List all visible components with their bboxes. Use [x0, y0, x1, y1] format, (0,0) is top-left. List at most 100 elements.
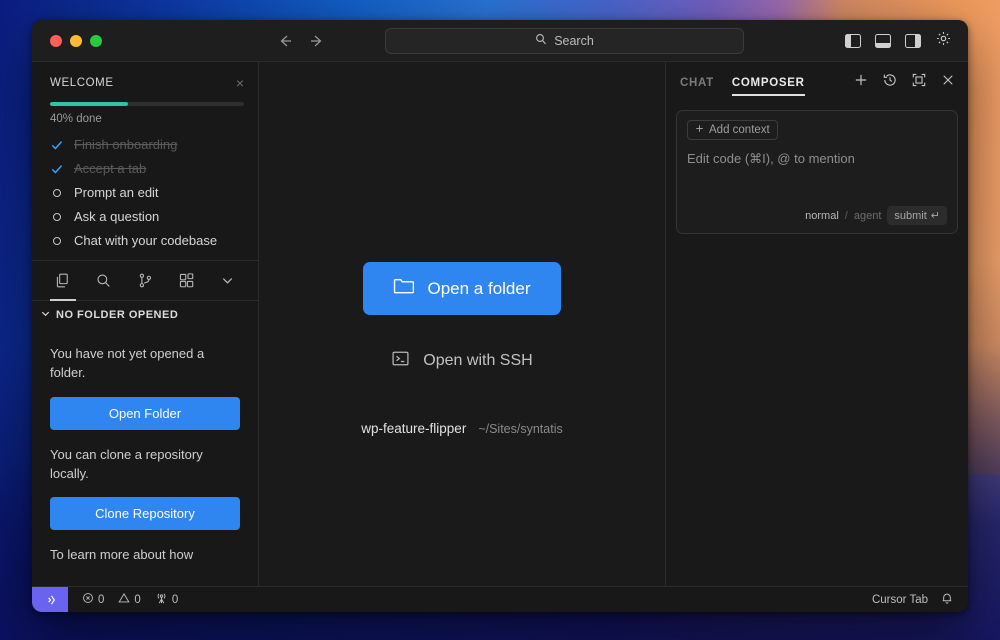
status-bar: 0 0 0 — [32, 586, 968, 612]
ports-count: 0 — [172, 594, 178, 606]
circle-icon — [50, 237, 64, 245]
search-placeholder-text: Search — [554, 34, 594, 48]
close-icon[interactable]: × — [236, 76, 244, 90]
plus-icon[interactable] — [853, 72, 869, 93]
warning-icon — [118, 592, 130, 607]
ports-status[interactable]: 0 — [155, 592, 178, 608]
mode-normal-label[interactable]: normal — [805, 210, 839, 222]
checklist-item-label: Chat with your codebase — [74, 233, 217, 248]
welcome-title: WELCOME — [50, 77, 114, 89]
welcome-panel: WELCOME × 40% done Finish onboarding Acce… — [32, 62, 258, 261]
checklist-item[interactable]: Ask a question — [50, 209, 244, 224]
bell-icon[interactable] — [940, 591, 954, 608]
tab-composer[interactable]: COMPOSER — [732, 66, 805, 98]
open-a-folder-label: Open a folder — [427, 279, 530, 299]
close-window-button[interactable] — [50, 35, 62, 47]
search-input[interactable]: Search — [385, 28, 744, 54]
add-context-button[interactable]: Add context — [687, 120, 778, 140]
checklist-item-label: Prompt an edit — [74, 185, 159, 200]
history-icon[interactable] — [882, 72, 898, 93]
title-bar: Search — [32, 20, 968, 62]
sidebar-item-explorer[interactable] — [42, 261, 83, 300]
recent-project-path: ~/Sites/syntatis — [478, 422, 562, 436]
status-bar-right: Cursor Tab — [872, 591, 968, 608]
no-folder-text: You have not yet opened a folder. — [50, 345, 240, 383]
navigation-buttons — [276, 32, 326, 50]
arrow-right-icon[interactable] — [308, 32, 326, 50]
checklist-item-label: Ask a question — [74, 209, 159, 224]
mode-separator: / — [845, 210, 848, 222]
expand-icon[interactable] — [911, 72, 927, 93]
errors-status[interactable]: 0 — [82, 592, 104, 607]
explorer-body: You have not yet opened a folder. Open F… — [32, 329, 258, 586]
mode-agent-label[interactable]: agent — [854, 210, 882, 222]
open-folder-button[interactable]: Open Folder — [50, 397, 240, 430]
error-icon — [82, 592, 94, 607]
sidebar-item-search[interactable] — [83, 261, 124, 300]
open-a-folder-button[interactable]: Open a folder — [363, 262, 560, 315]
clone-repository-button[interactable]: Clone Repository — [50, 497, 240, 530]
checklist-item[interactable]: Finish onboarding — [50, 137, 244, 152]
recent-project-name: wp-feature-flipper — [361, 421, 466, 436]
composer-tab-bar: CHAT COMPOSER — [666, 62, 968, 102]
toggle-primary-sidebar-icon[interactable] — [845, 34, 861, 48]
terminal-icon — [391, 349, 410, 373]
window-controls — [32, 35, 102, 47]
recent-project-item[interactable]: wp-feature-flipper ~/Sites/syntatis — [361, 421, 562, 436]
maximize-window-button[interactable] — [90, 35, 102, 47]
circle-icon — [50, 189, 64, 197]
submit-label: submit — [894, 210, 926, 222]
checklist-item[interactable]: Chat with your codebase — [50, 233, 244, 248]
sidebar-more-views-chevron-down-icon[interactable] — [207, 261, 248, 300]
onboarding-checklist: Finish onboarding Accept a tab Prompt an e… — [50, 137, 244, 248]
add-context-label: Add context — [709, 124, 770, 136]
composer-footer: normal / agent submit ↵ — [687, 206, 947, 225]
search-icon — [535, 33, 547, 48]
minimize-window-button[interactable] — [70, 35, 82, 47]
check-icon — [50, 138, 64, 152]
submit-button[interactable]: submit ↵ — [887, 206, 947, 225]
arrow-left-icon[interactable] — [276, 32, 294, 50]
sidebar-item-source-control[interactable] — [124, 261, 165, 300]
composer-panel: CHAT COMPOSER — [666, 62, 968, 586]
toggle-panel-icon[interactable] — [875, 34, 891, 48]
remote-indicator-icon[interactable] — [32, 587, 68, 613]
onboarding-progress-fill — [50, 102, 128, 106]
composer-input-box[interactable]: Add context Edit code (⌘I), @ to mention… — [676, 110, 958, 234]
toggle-secondary-sidebar-icon[interactable] — [905, 34, 921, 48]
checklist-item[interactable]: Accept a tab — [50, 161, 244, 176]
gear-icon[interactable] — [935, 30, 952, 52]
folder-icon — [393, 277, 414, 300]
clone-repository-text: You can clone a repository locally. — [50, 446, 240, 484]
close-icon[interactable] — [940, 72, 956, 93]
explorer-section-title: NO FOLDER OPENED — [56, 309, 178, 321]
window-body: WELCOME × 40% done Finish onboarding Acce… — [32, 62, 968, 586]
enter-icon: ↵ — [931, 209, 940, 222]
welcome-header: WELCOME × — [50, 76, 244, 90]
circle-icon — [50, 213, 64, 221]
activity-bar — [32, 261, 258, 301]
checklist-item[interactable]: Prompt an edit — [50, 185, 244, 200]
sidebar-item-extensions[interactable] — [166, 261, 207, 300]
errors-count: 0 — [98, 594, 104, 606]
titlebar-actions — [845, 30, 952, 52]
progress-label: 40% done — [50, 113, 244, 125]
plus-icon — [695, 124, 704, 136]
composer-placeholder-text: Edit code (⌘I), @ to mention — [687, 151, 947, 167]
warnings-status[interactable]: 0 — [118, 592, 140, 607]
explorer-section-header[interactable]: NO FOLDER OPENED — [32, 301, 258, 329]
radio-tower-icon — [155, 592, 168, 608]
primary-sidebar: WELCOME × 40% done Finish onboarding Acce… — [32, 62, 259, 586]
editor-empty-state: Open a folder Open with SSH wp-feature-f… — [259, 62, 666, 586]
learn-more-text: To learn more about how — [50, 546, 240, 565]
checklist-item-label: Accept a tab — [74, 161, 146, 176]
open-with-ssh-label: Open with SSH — [423, 352, 532, 370]
composer-actions — [853, 72, 956, 93]
open-with-ssh-button[interactable]: Open with SSH — [391, 349, 532, 373]
cursor-editor-window: Search WELCOME × — [32, 20, 968, 612]
onboarding-progress-bar — [50, 102, 244, 106]
tab-chat[interactable]: CHAT — [680, 66, 714, 98]
warnings-count: 0 — [134, 594, 140, 606]
cursor-tab-status[interactable]: Cursor Tab — [872, 594, 928, 606]
status-bar-left: 0 0 0 — [68, 592, 178, 608]
